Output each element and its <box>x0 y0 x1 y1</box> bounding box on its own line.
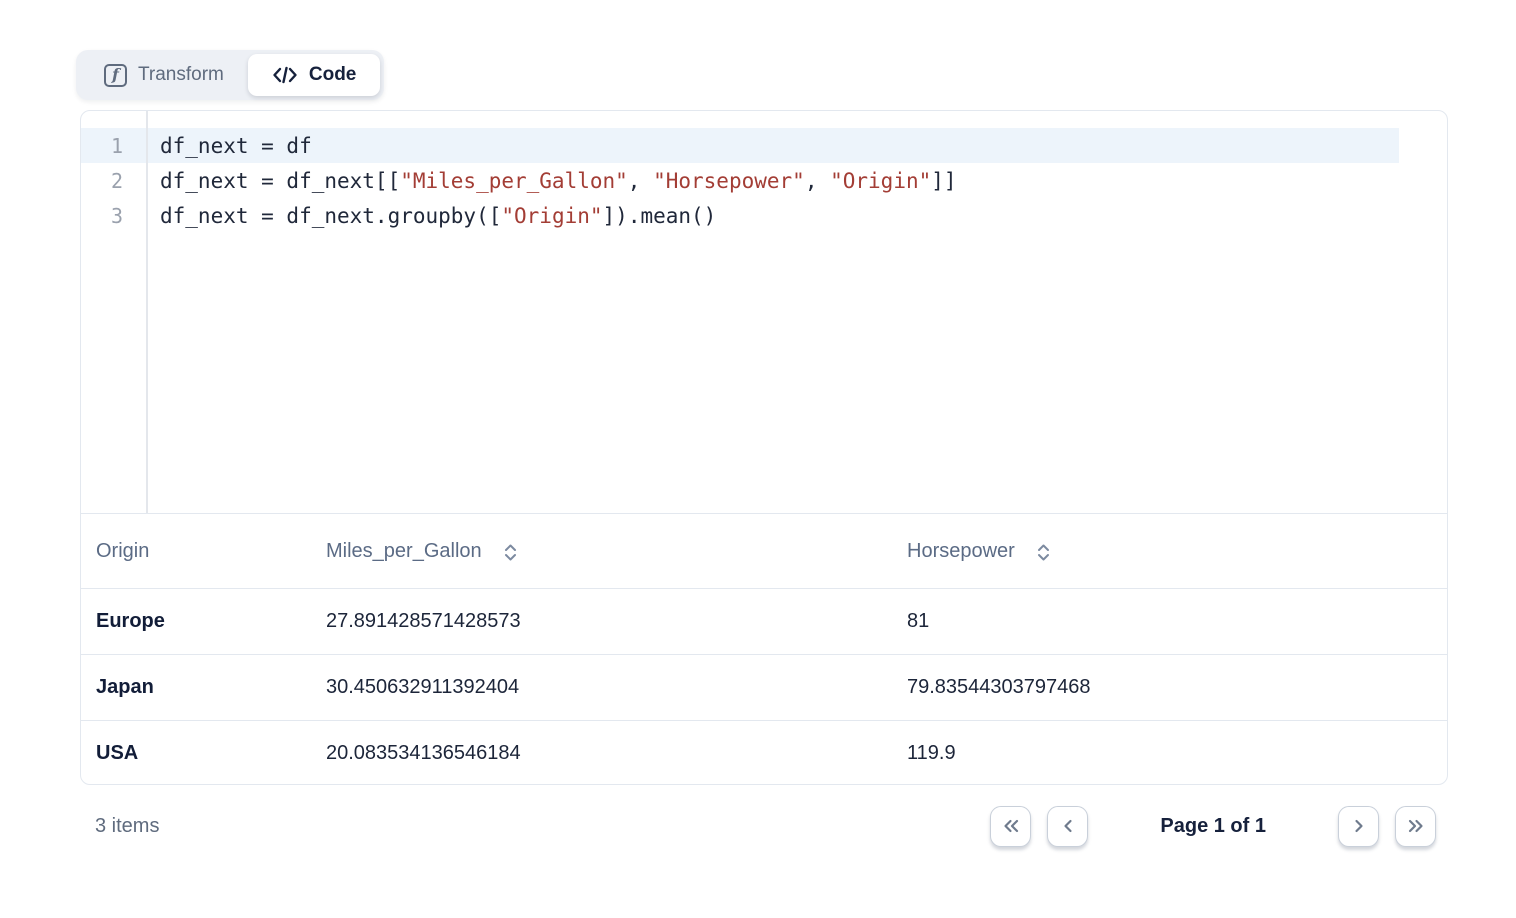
line-code: df_next = df <box>146 134 312 158</box>
table-cell: Europe <box>96 610 326 633</box>
code-token-string: "Origin" <box>830 169 931 193</box>
code-line: 1 df_next = df <box>81 128 1447 163</box>
gutter-divider <box>146 111 148 513</box>
table-body: Europe 27.891428571428573 81 Japan 30.45… <box>81 588 1447 785</box>
table-cell: Japan <box>96 676 326 699</box>
line-number: 3 <box>81 204 146 228</box>
next-page-icon <box>1350 817 1368 835</box>
code-token-string: "Origin" <box>501 204 602 228</box>
code-token-plain: , <box>805 169 830 193</box>
code-token-plain: df_next = df <box>160 134 312 158</box>
table-cell: 30.450632911392404 <box>326 676 907 699</box>
code-line: 3 df_next = df_next.groupby(["Origin"]).… <box>81 198 1447 233</box>
column-header-label: Miles_per_Gallon <box>326 540 482 563</box>
code-token-plain: df_next = df_next[[ <box>160 169 400 193</box>
tab-code[interactable]: Code <box>248 54 381 96</box>
table-row: Europe 27.891428571428573 81 <box>81 588 1447 654</box>
line-code: df_next = df_next[["Miles_per_Gallon", "… <box>146 169 957 193</box>
table-row: Japan 30.450632911392404 79.835443037974… <box>81 654 1447 720</box>
code-token-string: "Horsepower" <box>653 169 805 193</box>
column-header-miles-per-gallon[interactable]: Miles_per_Gallon <box>326 540 907 563</box>
code-lines: 1 df_next = df 2 df_next = df_next[["Mil… <box>81 128 1447 233</box>
table-cell: 27.891428571428573 <box>326 610 907 633</box>
view-tab-bar: f Transform Code <box>76 50 384 100</box>
sort-icon <box>1036 543 1051 562</box>
code-line: 2 df_next = df_next[["Miles_per_Gallon",… <box>81 163 1447 198</box>
result-table: Origin Miles_per_Gallon Horsepower <box>81 513 1447 785</box>
code-token-string: "Miles_per_Gallon" <box>400 169 628 193</box>
code-icon <box>272 65 298 85</box>
table-cell: 119.9 <box>907 742 1447 765</box>
sort-icon <box>503 543 518 562</box>
items-count: 3 items <box>80 815 159 838</box>
app-screen: f Transform Code 1 df_next = df 2 df_nex… <box>0 0 1516 918</box>
column-header-label: Origin <box>96 540 149 563</box>
first-page-icon <box>1001 817 1021 835</box>
code-token-plain: , <box>628 169 653 193</box>
column-header-label: Horsepower <box>907 540 1015 563</box>
column-header-horsepower[interactable]: Horsepower <box>907 540 1447 563</box>
previous-page-icon <box>1059 817 1077 835</box>
column-header-origin: Origin <box>96 540 326 563</box>
table-header-row: Origin Miles_per_Gallon Horsepower <box>81 513 1447 588</box>
main-panel: 1 df_next = df 2 df_next = df_next[["Mil… <box>80 110 1448 785</box>
code-token-plain: ]).mean() <box>603 204 717 228</box>
pagination: Page 1 of 1 <box>990 806 1436 847</box>
code-token-plain: ]] <box>931 169 956 193</box>
tab-transform-label: Transform <box>138 64 224 86</box>
table-footer: 3 items Page 1 of 1 <box>80 790 1448 862</box>
table-row: USA 20.083534136546184 119.9 <box>81 720 1447 785</box>
table-cell: USA <box>96 742 326 765</box>
line-code: df_next = df_next.groupby(["Origin"]).me… <box>146 204 716 228</box>
previous-page-button[interactable] <box>1047 806 1088 847</box>
table-cell: 79.83544303797468 <box>907 676 1447 699</box>
tab-code-label: Code <box>309 64 357 86</box>
last-page-icon <box>1406 817 1426 835</box>
page-indicator: Page 1 of 1 <box>1160 815 1266 838</box>
table-cell: 81 <box>907 610 1447 633</box>
table-cell: 20.083534136546184 <box>326 742 907 765</box>
function-icon: f <box>104 64 127 87</box>
last-page-button[interactable] <box>1395 806 1436 847</box>
code-token-plain: df_next = df_next.groupby([ <box>160 204 501 228</box>
first-page-button[interactable] <box>990 806 1031 847</box>
line-number: 1 <box>81 134 146 158</box>
tab-transform[interactable]: f Transform <box>80 54 248 96</box>
code-editor[interactable]: 1 df_next = df 2 df_next = df_next[["Mil… <box>81 111 1447 513</box>
line-number: 2 <box>81 169 146 193</box>
next-page-button[interactable] <box>1338 806 1379 847</box>
